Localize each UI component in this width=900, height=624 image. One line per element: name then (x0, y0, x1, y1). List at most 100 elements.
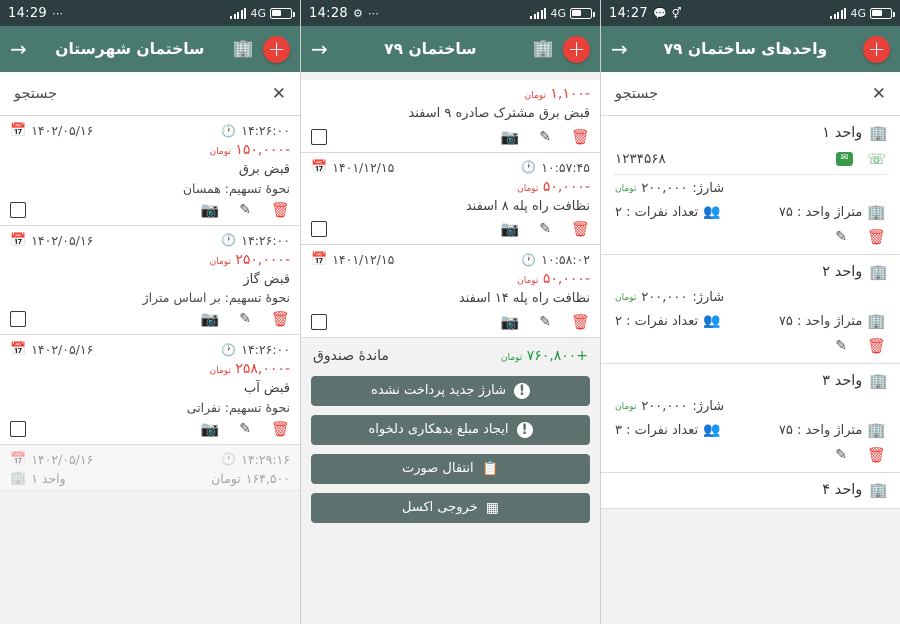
list-item[interactable]: ۱۰:۵۷:۴۵ 🕐 ۱۴۰۱/۱۲/۱۵ 📅 -۵۰,۰۰۰ تومان نظ… (301, 152, 600, 246)
delete-icon[interactable]: 🗑 (867, 228, 886, 246)
delete-icon[interactable]: 🗑 (867, 446, 886, 464)
unit-info-row: 🏢 متراژ واحد : ۷۵ 👥 تعداد نفرات : ۲ (613, 307, 888, 331)
transfer-statement-button[interactable]: 📋 انتقال صورت (311, 453, 590, 484)
transaction-action-icons[interactable]: 🗑 ✎ 📷 (501, 220, 590, 238)
transaction-time: ۱۴:۲۹:۱۶ 🕐 (221, 452, 290, 467)
edit-icon[interactable]: ✎ (539, 314, 551, 330)
unit-charge: شارژ: ۲۰۰,۰۰۰ تومان (615, 399, 724, 414)
back-arrow-icon[interactable]: → (311, 39, 328, 59)
edit-icon[interactable]: ✎ (835, 338, 847, 354)
transaction-date: ۱۴۰۱/۱۲/۱۵ 📅 (311, 252, 394, 267)
date-value: ۱۴۰۱/۱۲/۱۵ (332, 252, 395, 268)
transaction-actions[interactable]: 🗑 ✎ 📷 (311, 220, 590, 240)
transaction-actions[interactable]: 🗑 ✎ 📷 (10, 420, 290, 440)
charge-label: شارژ: (692, 399, 725, 414)
unit-title-row: 🏢 واحد ۴ (613, 482, 888, 498)
list-item[interactable]: 🏢 واحد ۳ شارژ: ۲۰۰,۰۰۰ تومان 🏢 متراژ واح… (601, 364, 900, 473)
excel-export-button[interactable]: ▦ خروجی اکسل (311, 492, 590, 523)
time-value: ۱۴:۲۹:۱۶ (241, 451, 290, 467)
edit-icon[interactable]: ✎ (239, 311, 251, 327)
search-input[interactable]: جستجو (615, 86, 658, 102)
app-bar-left-icons: + 🏢 (233, 35, 290, 63)
unit-actions[interactable]: 🗑 ✎ (613, 222, 888, 248)
transaction-action-icons[interactable]: 🗑 ✎ 📷 (501, 313, 590, 331)
add-unit-button[interactable]: + (863, 35, 890, 63)
list-item[interactable]: 🏢 واحد ۴ (601, 473, 900, 509)
unit-actions[interactable]: 🗑 ✎ (613, 331, 888, 357)
unit-info-row: 🏢 متراژ واحد : ۷۵ 👥 تعداد نفرات : ۲ (613, 198, 888, 222)
list-item[interactable]: 🏢 واحد ۲ شارژ: ۲۰۰,۰۰۰ تومان 🏢 متراژ واح… (601, 255, 900, 364)
delete-icon[interactable]: 🗑 (271, 201, 290, 219)
transaction-amount: -۱,۱۰۰ تومان (311, 86, 590, 102)
list-item[interactable]: ۱۰:۵۸:۰۲ 🕐 ۱۴۰۱/۱۲/۱۵ 📅 -۵۰,۰۰۰ تومان نظ… (301, 245, 600, 338)
units-scroll-area[interactable]: 🏢 واحد ۱ ☏ ✉ ۱۲۳۴۵۶۸ شارژ: ۲۰۰,۰۰۰ تومان… (601, 116, 900, 624)
transaction-desc: قبض آب (243, 381, 290, 397)
transaction-actions[interactable]: 🗑 ✎ 📷 (311, 128, 590, 148)
transaction-action-icons[interactable]: 🗑 ✎ 📷 (201, 420, 290, 438)
transactions-scroll-area[interactable]: -۱,۱۰۰ تومان قبض برق مشترک صادره ۹ اسفند… (301, 72, 600, 624)
close-icon[interactable]: ✕ (272, 84, 286, 104)
panel-building-79: 14:28 ⚙ ⋯ 4G + 🏢 ساختمان ۷۹ → -۱,۱۰۰ توم… (300, 0, 600, 624)
unit-actions[interactable]: 🗑 ✎ (613, 440, 888, 466)
add-transaction-button[interactable]: + (263, 35, 290, 63)
phone-icon[interactable]: ☏ (867, 150, 886, 168)
camera-icon[interactable]: 📷 (201, 310, 220, 328)
back-arrow-icon[interactable]: → (611, 39, 628, 59)
edit-icon[interactable]: ✎ (539, 129, 551, 145)
edit-icon[interactable]: ✎ (239, 202, 251, 218)
transaction-action-icons[interactable]: 🗑 ✎ 📷 (201, 201, 290, 219)
delete-icon[interactable]: 🗑 (571, 128, 590, 146)
search-bar[interactable]: ✕ جستجو (0, 72, 300, 116)
list-item[interactable]: ۱۴:۲۶:۰۰ 🕐 ۱۴۰۲/۰۵/۱۶ 📅 -۲۵۸,۰۰۰ تومان ق… (0, 335, 300, 445)
new-unpaid-charge-button[interactable]: ! شارژ جدید پرداخت نشده (311, 375, 590, 406)
select-checkbox[interactable] (311, 313, 327, 330)
add-transaction-button[interactable]: + (563, 35, 590, 63)
edit-icon[interactable]: ✎ (835, 229, 847, 245)
camera-icon[interactable]: 📷 (201, 201, 220, 219)
list-item[interactable]: ۱۴:۲۶:۰۰ 🕐 ۱۴۰۲/۰۵/۱۶ 📅 -۱۵۰,۰۰۰ تومان ق… (0, 116, 300, 226)
transaction-date: ۱۴۰۲/۰۵/۱۶ 📅 (10, 452, 93, 467)
select-checkbox[interactable] (10, 420, 26, 437)
fund-balance-label: ماندۀ صندوق (313, 347, 389, 364)
select-checkbox[interactable] (10, 201, 26, 218)
camera-icon[interactable]: 📷 (501, 313, 520, 331)
edit-icon[interactable]: ✎ (239, 421, 251, 437)
list-item[interactable]: -۱,۱۰۰ تومان قبض برق مشترک صادره ۹ اسفند… (301, 80, 600, 153)
camera-icon[interactable]: 📷 (501, 220, 520, 238)
select-checkbox[interactable] (10, 311, 26, 328)
search-bar[interactable]: ✕ جستجو (601, 72, 900, 116)
building-icon[interactable]: 🏢 (533, 40, 554, 58)
charge-unit: تومان (615, 401, 637, 412)
transaction-actions[interactable]: 🗑 ✎ 📷 (311, 313, 590, 333)
edit-icon[interactable]: ✎ (539, 221, 551, 237)
select-checkbox[interactable] (311, 221, 327, 238)
transactions-scroll-area[interactable]: ۱۴:۲۶:۰۰ 🕐 ۱۴۰۲/۰۵/۱۶ 📅 -۱۵۰,۰۰۰ تومان ق… (0, 116, 300, 624)
delete-icon[interactable]: 🗑 (571, 220, 590, 238)
edit-icon[interactable]: ✎ (835, 447, 847, 463)
create-custom-debt-button[interactable]: ! ایجاد مبلغ بدهکاری دلخواه (311, 414, 590, 445)
unit-people: 👥 تعداد نفرات : ۳ (615, 422, 721, 438)
camera-icon[interactable]: 📷 (201, 420, 220, 438)
back-arrow-icon[interactable]: → (10, 39, 27, 59)
transaction-allocation: نحوۀ تسهیم: نفراتی (186, 399, 290, 415)
list-item[interactable]: 🏢 واحد ۱ ☏ ✉ ۱۲۳۴۵۶۸ شارژ: ۲۰۰,۰۰۰ تومان… (601, 116, 900, 255)
building-icon[interactable]: 🏢 (233, 40, 254, 58)
sms-icon[interactable]: ✉ (835, 152, 854, 166)
select-checkbox[interactable] (311, 128, 327, 145)
button-label: شارژ جدید پرداخت نشده (371, 383, 506, 399)
status-left: 14:27 💬 ⚥ (609, 6, 682, 21)
delete-icon[interactable]: 🗑 (571, 313, 590, 331)
delete-icon[interactable]: 🗑 (867, 337, 886, 355)
transaction-action-icons[interactable]: 🗑 ✎ 📷 (501, 128, 590, 146)
transaction-action-icons[interactable]: 🗑 ✎ 📷 (201, 310, 290, 328)
search-input[interactable]: جستجو (14, 86, 57, 102)
close-icon[interactable]: ✕ (872, 84, 886, 104)
contact-actions[interactable]: ☏ ✉ (835, 150, 886, 168)
list-item[interactable]: ۱۴:۲۹:۱۶ 🕐 ۱۴۰۲/۰۵/۱۶ 📅 ۱۶۴,۵۰۰ تومان وا… (0, 444, 300, 491)
delete-icon[interactable]: 🗑 (271, 420, 290, 438)
delete-icon[interactable]: 🗑 (271, 310, 290, 328)
transaction-actions[interactable]: 🗑 ✎ 📷 (10, 310, 290, 330)
camera-icon[interactable]: 📷 (501, 128, 520, 146)
transaction-actions[interactable]: 🗑 ✎ 📷 (10, 201, 290, 221)
list-item[interactable]: ۱۴:۲۶:۰۰ 🕐 ۱۴۰۲/۰۵/۱۶ 📅 -۲۵۰,۰۰۰ تومان ق… (0, 225, 300, 336)
